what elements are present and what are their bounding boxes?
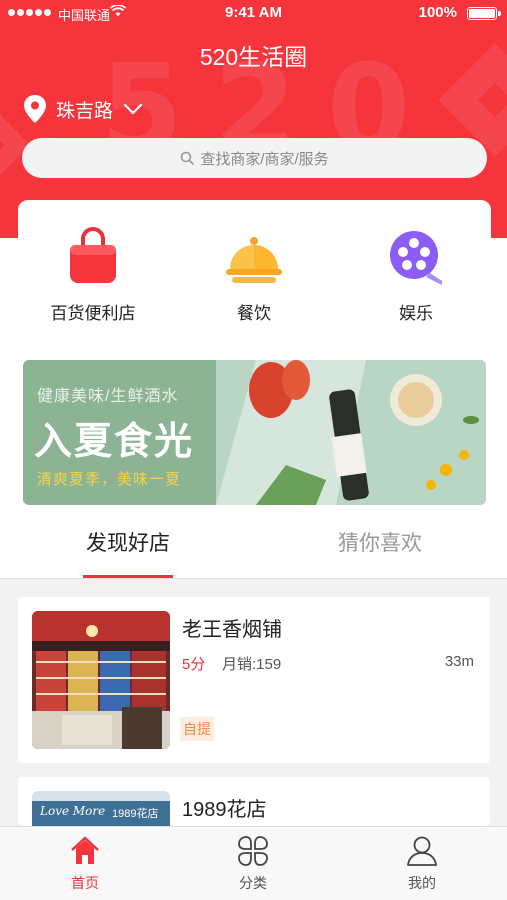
store-card[interactable]: 老王香烟铺 5分 月销:159 33m 自提: [18, 597, 490, 763]
category-convenience-store[interactable]: 百货便利店: [23, 225, 163, 324]
nav-profile-label: 我的: [408, 875, 436, 891]
search-placeholder: 查找商家/商家/服务: [200, 150, 329, 168]
store-rating: 5分: [182, 656, 206, 673]
store-thumbnail: Love More 1989花店: [32, 791, 170, 826]
pickup-badge: 自提: [180, 717, 214, 741]
user-icon: [407, 836, 437, 866]
location-label: 珠吉路: [56, 100, 114, 122]
home-icon: [71, 836, 99, 864]
store-name: 老王香烟铺: [182, 619, 282, 641]
store-thumbnail: [32, 611, 170, 749]
store-sign-text: Love More: [40, 804, 106, 818]
nav-home-label: 首页: [71, 875, 99, 891]
location-pin-icon: [24, 95, 46, 123]
location-selector[interactable]: 珠吉路: [22, 94, 143, 124]
banner-tagline: 清爽夏季，美味一夏: [37, 471, 182, 488]
promo-banner[interactable]: 健康美味/生鲜酒水 入夏食光 清爽夏季，美味一夏: [23, 360, 486, 505]
nav-categories-label: 分类: [239, 875, 267, 891]
nav-profile[interactable]: 我的: [362, 835, 482, 893]
nav-home[interactable]: 首页: [25, 835, 145, 893]
nav-categories[interactable]: 分类: [193, 835, 313, 893]
store-distance: 33m: [444, 653, 474, 670]
search-icon: [181, 151, 195, 165]
battery-percent: 100%: [418, 4, 457, 21]
banner-headline: 入夏食光: [34, 421, 195, 463]
store-sign-text-cn: 1989花店: [112, 808, 159, 820]
active-tab-indicator: [83, 575, 173, 578]
category-grid-icon: [238, 836, 268, 866]
tab-discover-stores[interactable]: 发现好店: [38, 527, 218, 557]
category-entertainment[interactable]: 娱乐: [346, 225, 486, 324]
category-label: 娱乐: [399, 304, 433, 323]
store-name: 1989花店: [182, 799, 267, 821]
category-label: 百货便利店: [50, 304, 136, 323]
search-input[interactable]: 查找商家/商家/服务: [22, 138, 487, 178]
store-card[interactable]: Love More 1989花店 1989花店: [18, 777, 490, 826]
banner-photo: [216, 360, 486, 505]
banner-subtitle: 健康美味/生鲜酒水: [37, 388, 179, 405]
shopping-bag-icon: [70, 227, 116, 283]
bottom-navigation: 首页 分类 我的: [0, 826, 507, 900]
battery-icon: [467, 7, 501, 20]
film-reel-icon: [390, 231, 442, 285]
status-bar: 中国联通 9:41 AM 100%: [0, 0, 507, 26]
category-card: 百货便利店 餐饮 娱乐: [18, 200, 491, 345]
tab-recommended[interactable]: 猜你喜欢: [290, 527, 470, 557]
category-dining[interactable]: 餐饮: [184, 225, 324, 324]
category-label: 餐饮: [237, 304, 271, 323]
chevron-down-icon: [123, 103, 143, 115]
page-title: 520生活圈: [199, 44, 308, 70]
food-cloche-icon: [226, 237, 282, 283]
store-tabs: 发现好店 猜你喜欢: [0, 515, 507, 579]
store-monthly-sales: 月销:159: [222, 656, 282, 673]
